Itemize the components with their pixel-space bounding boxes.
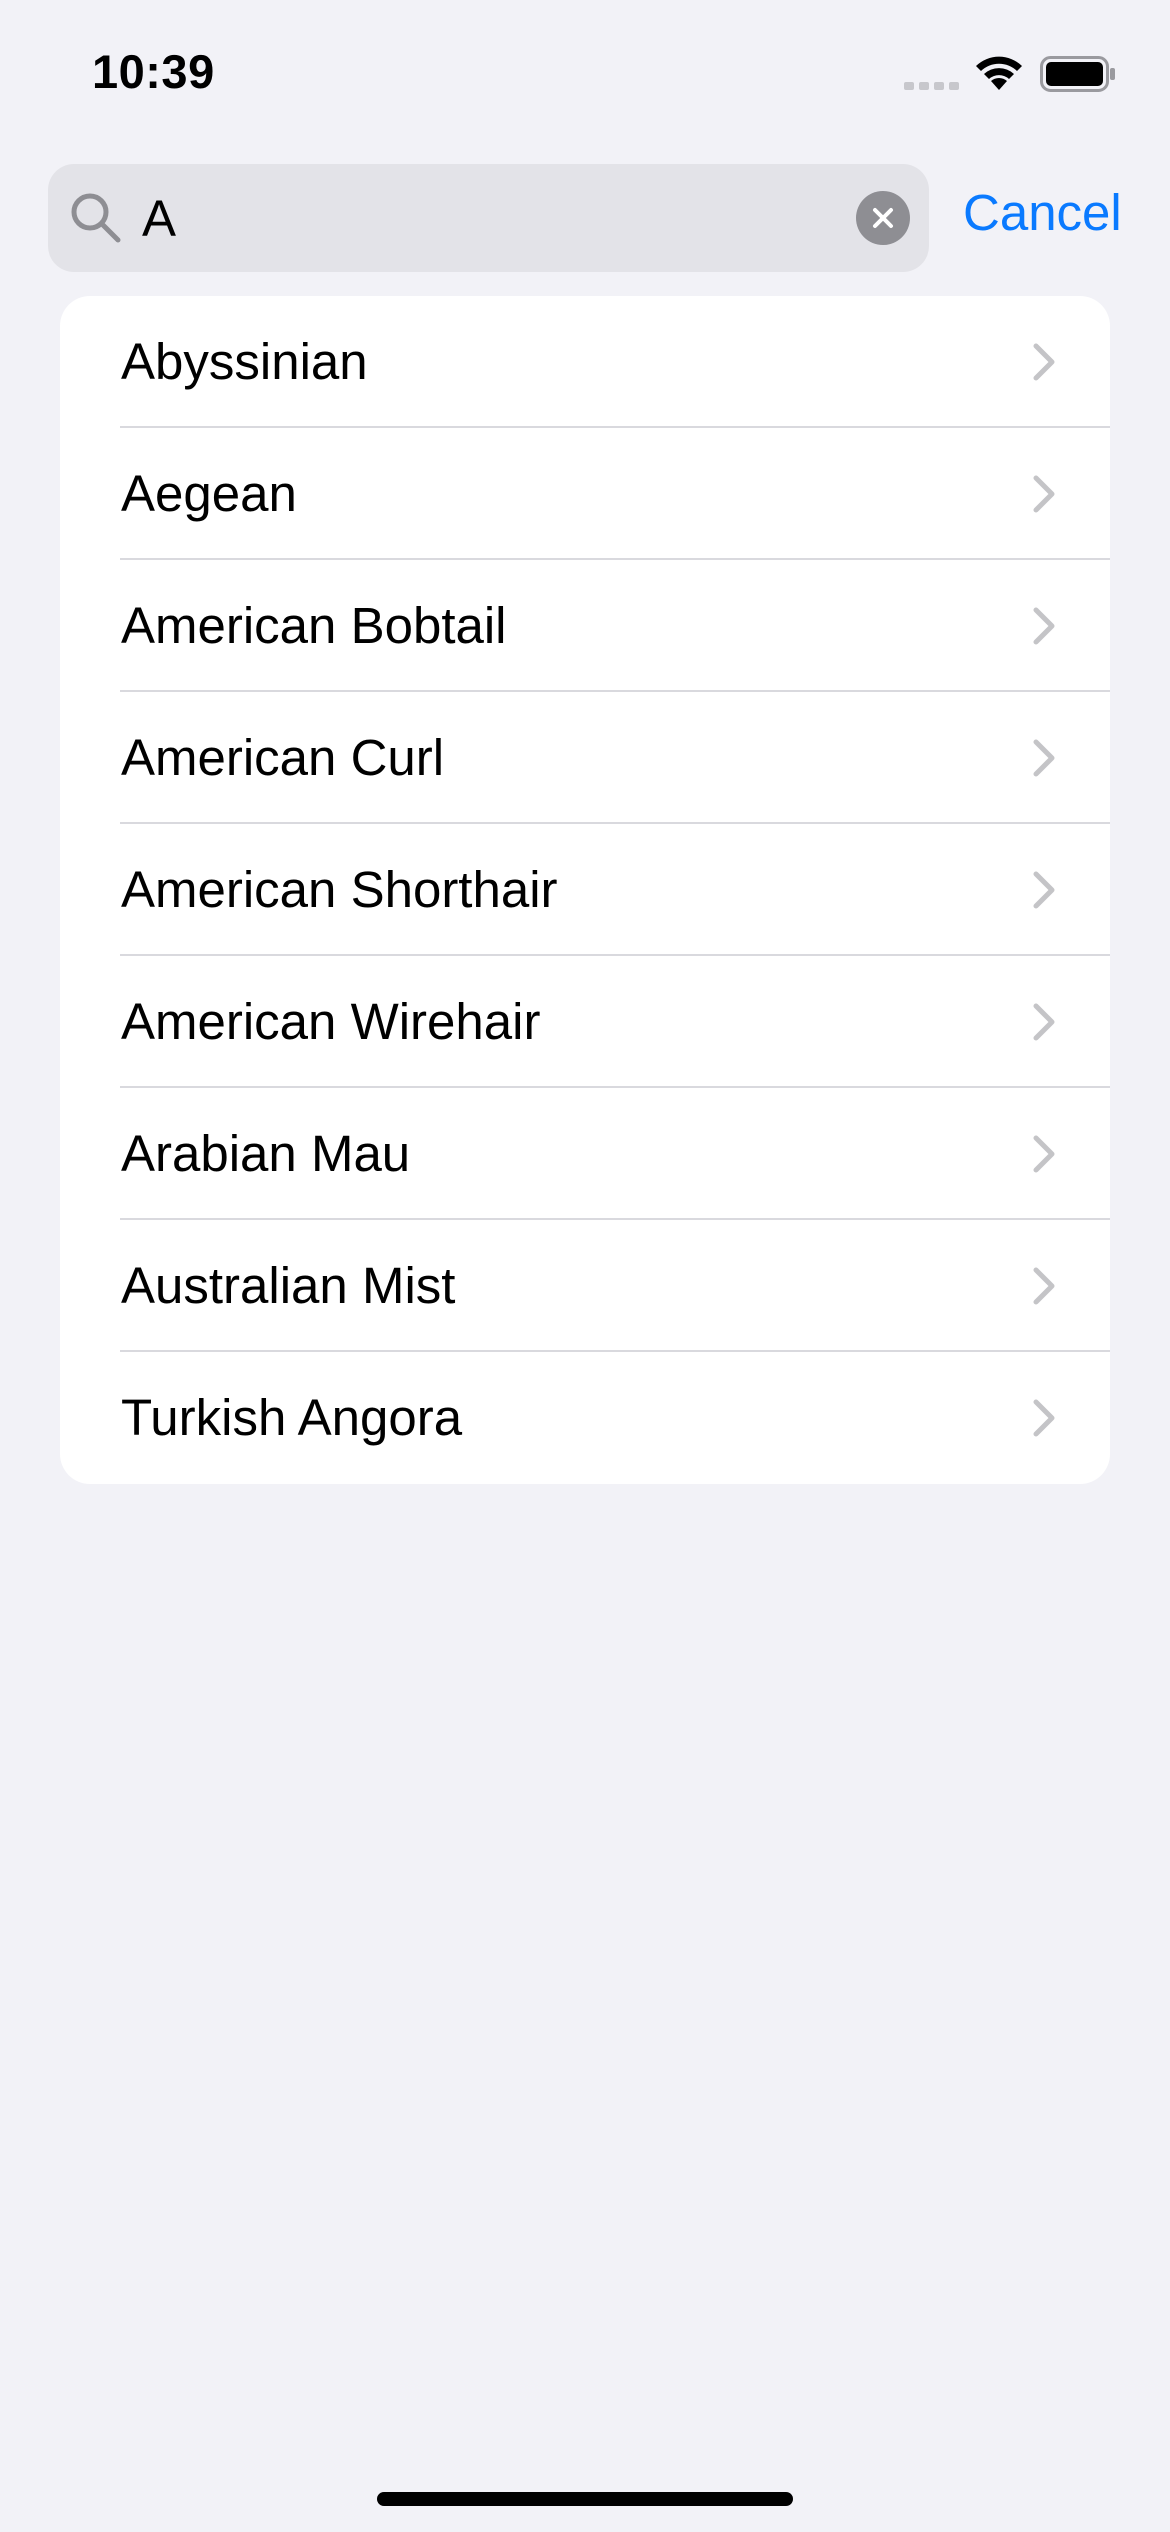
chevron-right-icon <box>1033 607 1055 645</box>
cancel-button[interactable]: Cancel <box>963 183 1122 242</box>
list-item-label: Aegean <box>121 465 297 522</box>
list-item[interactable]: American Bobtail <box>60 560 1110 692</box>
chevron-right-icon <box>1033 871 1055 909</box>
chevron-right-icon <box>1033 739 1055 777</box>
search-icon <box>71 193 121 243</box>
chevron-right-icon <box>1033 343 1055 381</box>
clear-search-button[interactable] <box>856 191 910 245</box>
list-item-label: American Wirehair <box>121 993 541 1050</box>
search-input[interactable] <box>142 164 882 272</box>
list-item-label: Arabian Mau <box>121 1125 411 1182</box>
list-item-label: Turkish Angora <box>121 1389 463 1446</box>
list-item[interactable]: Aegean <box>60 428 1110 560</box>
list-item[interactable]: American Curl <box>60 692 1110 824</box>
search-results-list: Abyssinian Aegean American Bobtail Ameri… <box>60 296 1110 1484</box>
clear-circle-icon <box>873 208 893 228</box>
cellular-signal-icon <box>904 82 959 90</box>
list-item[interactable]: Arabian Mau <box>60 1088 1110 1220</box>
chevron-right-icon <box>1033 1135 1055 1173</box>
home-indicator[interactable] <box>377 2492 793 2506</box>
status-time: 10:39 <box>92 45 215 98</box>
search-field[interactable] <box>48 164 929 272</box>
chevron-right-icon <box>1033 475 1055 513</box>
wifi-icon <box>976 56 1022 90</box>
chevron-right-icon <box>1033 1399 1055 1437</box>
list-item-label: Abyssinian <box>121 333 368 390</box>
list-item[interactable]: Turkish Angora <box>60 1352 1110 1484</box>
chevron-right-icon <box>1033 1267 1055 1305</box>
chevron-right-icon <box>1033 1003 1055 1041</box>
list-item-label: American Bobtail <box>121 597 507 654</box>
list-item[interactable]: American Wirehair <box>60 956 1110 1088</box>
list-item[interactable]: Australian Mist <box>60 1220 1110 1352</box>
battery-icon <box>1040 56 1115 92</box>
list-item-label: American Shorthair <box>121 861 558 918</box>
list-item-label: American Curl <box>121 729 445 786</box>
list-item-label: Australian Mist <box>121 1257 456 1314</box>
list-item[interactable]: Abyssinian <box>60 296 1110 428</box>
list-item[interactable]: American Shorthair <box>60 824 1110 956</box>
status-bar: 10:39 <box>0 0 1170 140</box>
